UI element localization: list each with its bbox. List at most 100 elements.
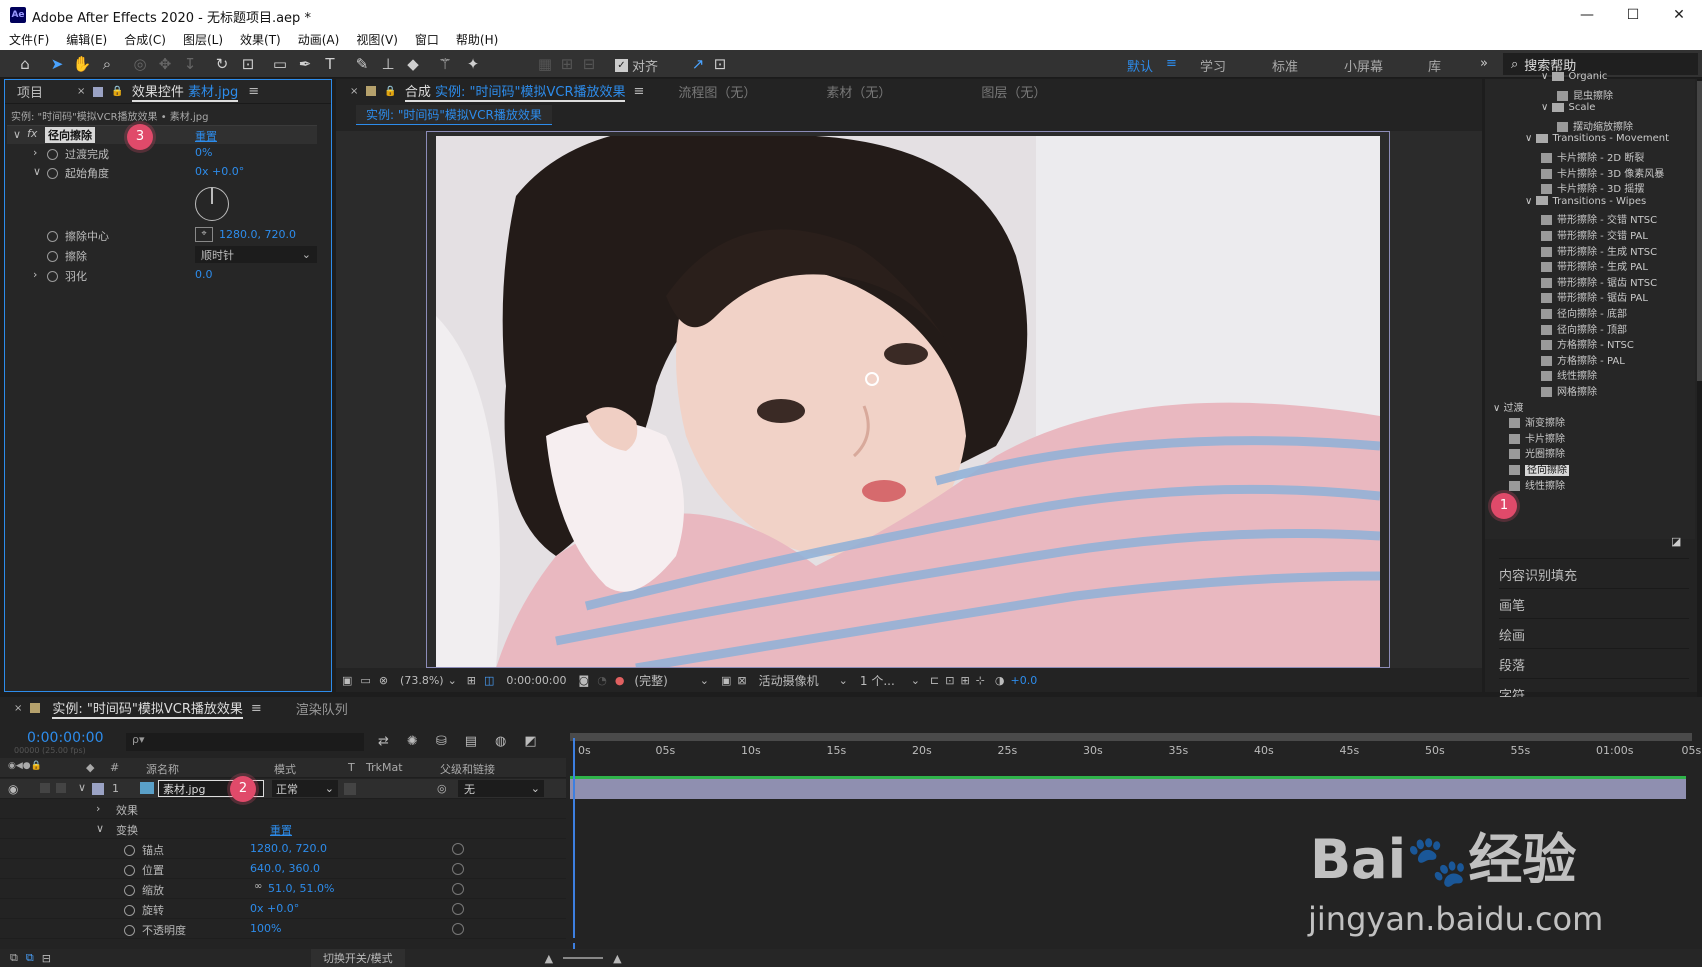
keyframe-nav-icon[interactable] <box>573 879 575 893</box>
stopwatch-icon[interactable] <box>124 843 135 856</box>
tree-effect-item[interactable]: 渐变擦除 <box>1509 414 1565 429</box>
tab-layer[interactable]: 图层（无） <box>981 82 1046 101</box>
align-checkbox[interactable]: ✓ <box>615 59 628 72</box>
composition-viewer[interactable] <box>336 131 1482 668</box>
snap-options-icon[interactable]: ⊡ <box>710 54 730 74</box>
stopwatch-icon[interactable] <box>47 229 58 242</box>
eraser-tool-icon[interactable]: ◆ <box>403 54 423 74</box>
pan-tool-icon[interactable]: ✥ <box>155 54 175 74</box>
selection-tool-icon[interactable]: ➤ <box>47 54 67 74</box>
collapse-effect-icon[interactable]: ∨ <box>13 128 21 141</box>
workspace-libraries[interactable]: 库 <box>1428 56 1441 75</box>
camera-snapshot-icon[interactable]: ◙ <box>579 674 590 687</box>
home-icon[interactable]: ⌂ <box>15 54 35 74</box>
puppet-pin-icon[interactable]: ✦ <box>463 54 483 74</box>
menu-layer[interactable]: 图层(L) <box>183 30 223 50</box>
solo-toggle[interactable] <box>40 783 50 793</box>
lock-toggle[interactable] <box>56 783 66 793</box>
resolution-icon[interactable]: ⊞ <box>467 674 476 687</box>
camera-select[interactable]: 活动摄像机 <box>759 672 819 689</box>
close-tab-icon[interactable]: × <box>14 703 22 714</box>
keyframe-nav-icon[interactable] <box>573 899 575 913</box>
orbit-tool-icon[interactable]: ◎ <box>130 54 150 74</box>
fast-preview-icon[interactable]: ⊏ <box>930 674 939 687</box>
frame-blending-icon[interactable]: ▤ <box>465 734 477 749</box>
transparency-grid-icon[interactable]: ◫ <box>484 674 494 687</box>
motion-blur-icon[interactable]: ◍ <box>495 734 506 749</box>
prop-value[interactable]: 1280.0, 720.0 <box>250 842 327 855</box>
axis-view-icon[interactable]: ⊟ <box>579 54 599 74</box>
tree-effect-item[interactable]: 摆动缩放擦除 <box>1557 118 1633 133</box>
more-workspaces-button[interactable]: » <box>1480 56 1488 71</box>
duration-toggle-icon[interactable]: ⊟ <box>42 952 51 965</box>
workspace-small-screen[interactable]: 小屏幕 <box>1344 56 1383 75</box>
pen-tool-icon[interactable]: ✒ <box>295 54 315 74</box>
color-channel-icon[interactable]: ● <box>615 674 625 687</box>
close-tab-icon[interactable]: × <box>77 86 85 97</box>
snap-icon[interactable]: ↗ <box>688 54 708 74</box>
layer-search-input[interactable]: ρ▾ <box>126 733 364 751</box>
tree-effect-item[interactable]: 带形擦除 - 生成 NTSC <box>1541 243 1657 258</box>
axis-local-icon[interactable]: ▦ <box>535 54 555 74</box>
roi-icon[interactable]: ▣ <box>721 674 731 687</box>
rectangle-tool-icon[interactable]: ▭ <box>270 54 290 74</box>
workspace-menu-icon[interactable]: ≡ <box>1166 56 1177 71</box>
tab-project[interactable]: 项目 <box>17 82 43 101</box>
panel-menu-icon[interactable]: ≡ <box>251 701 262 716</box>
monitor-icon[interactable]: ▭ <box>360 674 370 687</box>
tree-folder[interactable]: ∨ Organic <box>1541 71 1607 82</box>
menu-window[interactable]: 窗口 <box>415 30 439 50</box>
section-paragraph[interactable]: 段落 <box>1499 648 1689 674</box>
keyframe-nav-icon[interactable] <box>573 839 575 853</box>
tab-timeline[interactable]: 实例: "时间码"模拟VCR播放效果 <box>52 698 243 719</box>
stopwatch-icon[interactable] <box>124 863 135 876</box>
menu-effect[interactable]: 效果(T) <box>240 30 281 50</box>
prop-value[interactable]: 51.0, 51.0% <box>268 882 334 895</box>
zoom-tool-icon[interactable]: ⌕ <box>97 54 117 74</box>
composition-mini-flowchart-icon[interactable]: ⇄ <box>378 734 389 749</box>
collapse-icon[interactable]: ∨ <box>96 822 104 835</box>
mask-icon[interactable]: ⊗ <box>379 674 388 687</box>
tree-effect-item[interactable]: 带形擦除 - 锯齿 PAL <box>1541 289 1648 304</box>
close-button[interactable]: ✕ <box>1656 0 1702 30</box>
lock-icon[interactable]: 🔒 <box>111 86 123 97</box>
tree-effect-item[interactable]: 光圈擦除 <box>1509 445 1565 460</box>
lock-icon[interactable]: 🔒 <box>384 86 396 97</box>
expression-pickwhip-icon[interactable] <box>452 843 464 855</box>
close-tab-icon[interactable]: × <box>350 86 358 97</box>
feather-value[interactable]: 0.0 <box>195 268 213 281</box>
stopwatch-icon[interactable] <box>47 147 58 160</box>
brush-tool-icon[interactable]: ✎ <box>352 54 372 74</box>
scrollbar[interactable] <box>1697 79 1702 699</box>
show-snapshot-icon[interactable]: ◔ <box>597 674 607 687</box>
menu-animation[interactable]: 动画(A) <box>298 30 340 50</box>
zoom-slider[interactable] <box>563 957 604 959</box>
tree-effect-item[interactable]: 卡片擦除 - 2D 断裂 <box>1541 149 1644 164</box>
menu-view[interactable]: 视图(V) <box>356 30 398 50</box>
panel-menu-icon[interactable]: ≡ <box>633 84 644 99</box>
section-paint[interactable]: 绘画 <box>1499 618 1689 644</box>
menu-file[interactable]: 文件(F) <box>9 30 49 50</box>
fx-toggle-icon[interactable]: fx <box>27 127 37 140</box>
section-content-aware-fill[interactable]: 内容识别填充 <box>1499 558 1689 584</box>
clone-stamp-icon[interactable]: ⊥ <box>378 54 398 74</box>
stopwatch-icon[interactable] <box>124 883 135 896</box>
effect-name[interactable]: 径向擦除 <box>45 127 95 143</box>
anchor-tool-icon[interactable]: ⊡ <box>238 54 258 74</box>
transform-group-label[interactable]: 变换 <box>116 822 138 838</box>
expression-pickwhip-icon[interactable] <box>452 923 464 935</box>
layer-duration-bar[interactable] <box>570 779 1686 799</box>
expand-icon[interactable]: › <box>33 146 37 159</box>
workspace-default[interactable]: 默认 <box>1127 56 1153 75</box>
maximize-button[interactable]: ☐ <box>1610 0 1656 30</box>
tab-footage[interactable]: 素材（无） <box>826 82 891 101</box>
hand-tool-icon[interactable]: ✋ <box>72 54 92 74</box>
workspace-learn[interactable]: 学习 <box>1200 56 1226 75</box>
new-item-icon[interactable]: ◪ <box>1671 535 1681 548</box>
tree-effect-item[interactable]: 径向擦除 - 顶部 <box>1541 321 1627 336</box>
menu-composition[interactable]: 合成(C) <box>124 30 166 50</box>
graph-editor-icon[interactable]: ◩ <box>524 734 536 749</box>
timeline-icon[interactable]: ⊡ <box>945 674 954 687</box>
wipe-direction-select[interactable]: 顺时针 ⌄ <box>195 246 317 263</box>
preserve-transparency-toggle[interactable] <box>344 783 356 795</box>
